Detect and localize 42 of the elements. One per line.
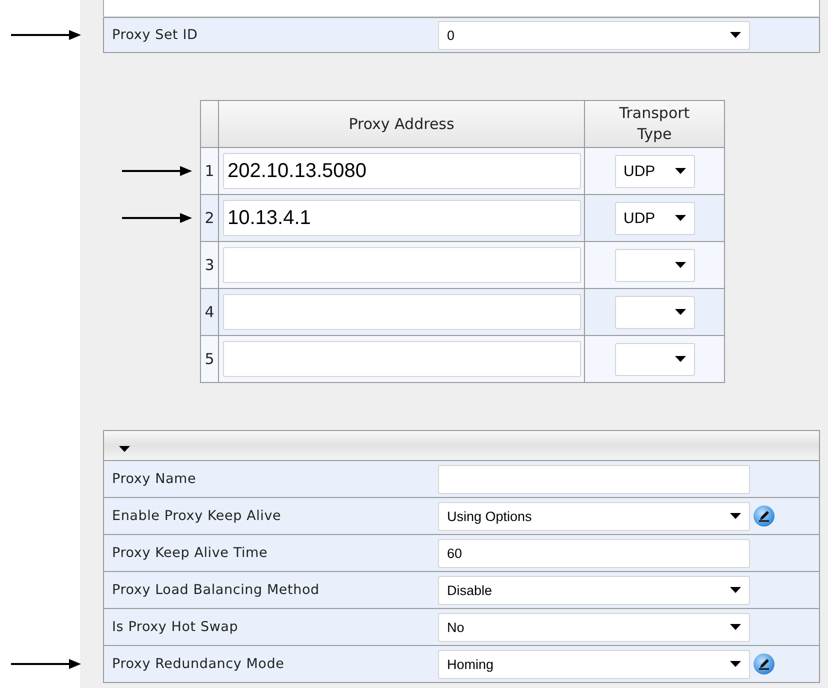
field-label: Proxy Name bbox=[111, 471, 198, 487]
dropdown[interactable]: No bbox=[438, 612, 750, 642]
dropdown[interactable]: Homing bbox=[438, 650, 750, 678]
input-field[interactable] bbox=[222, 294, 580, 330]
input-field[interactable] bbox=[438, 464, 750, 494]
caret-icon bbox=[674, 262, 686, 268]
input-field[interactable]: 10.13.4.1 bbox=[222, 200, 580, 236]
field-label: Proxy Load Balancing Method bbox=[111, 582, 320, 598]
field-label: Proxy Keep Alive Time bbox=[111, 545, 269, 561]
dropdown[interactable]: UDP bbox=[614, 202, 694, 234]
caret-icon bbox=[730, 32, 741, 38]
dropdown[interactable] bbox=[614, 248, 694, 282]
dropdown[interactable]: Disable bbox=[438, 576, 750, 604]
row-number: 2 bbox=[204, 209, 214, 227]
column-header: Transport Type bbox=[618, 103, 691, 145]
dropdown[interactable] bbox=[614, 296, 694, 328]
collapse-icon bbox=[119, 446, 130, 452]
caret-icon bbox=[730, 587, 741, 593]
dropdown[interactable]: UDP bbox=[614, 154, 694, 188]
caret-icon bbox=[674, 215, 686, 221]
caret-icon bbox=[674, 168, 686, 174]
field-label: Proxy Redundancy Mode bbox=[111, 656, 286, 672]
input-field[interactable]: 60 bbox=[438, 538, 750, 568]
dropdown[interactable]: Using Options bbox=[438, 502, 750, 530]
input-field[interactable] bbox=[222, 247, 580, 283]
field-label: Is Proxy Hot Swap bbox=[111, 619, 240, 635]
section-header[interactable] bbox=[103, 430, 820, 461]
row-number: 5 bbox=[204, 350, 214, 368]
caret-icon bbox=[730, 513, 741, 519]
input-field[interactable] bbox=[222, 341, 580, 377]
input-field[interactable]: 202.10.13.5080 bbox=[222, 153, 580, 189]
caret-icon bbox=[730, 661, 741, 667]
caret-icon bbox=[674, 309, 686, 315]
dropdown[interactable]: 0 bbox=[438, 20, 750, 50]
caret-icon bbox=[674, 356, 686, 362]
row-number: 1 bbox=[204, 162, 214, 180]
field-label: Proxy Set ID bbox=[111, 27, 199, 43]
caret-icon bbox=[730, 624, 741, 630]
row-number: 3 bbox=[204, 256, 214, 274]
field-label: Enable Proxy Keep Alive bbox=[111, 508, 282, 524]
dropdown[interactable] bbox=[614, 342, 694, 376]
row-number: 4 bbox=[204, 303, 214, 321]
